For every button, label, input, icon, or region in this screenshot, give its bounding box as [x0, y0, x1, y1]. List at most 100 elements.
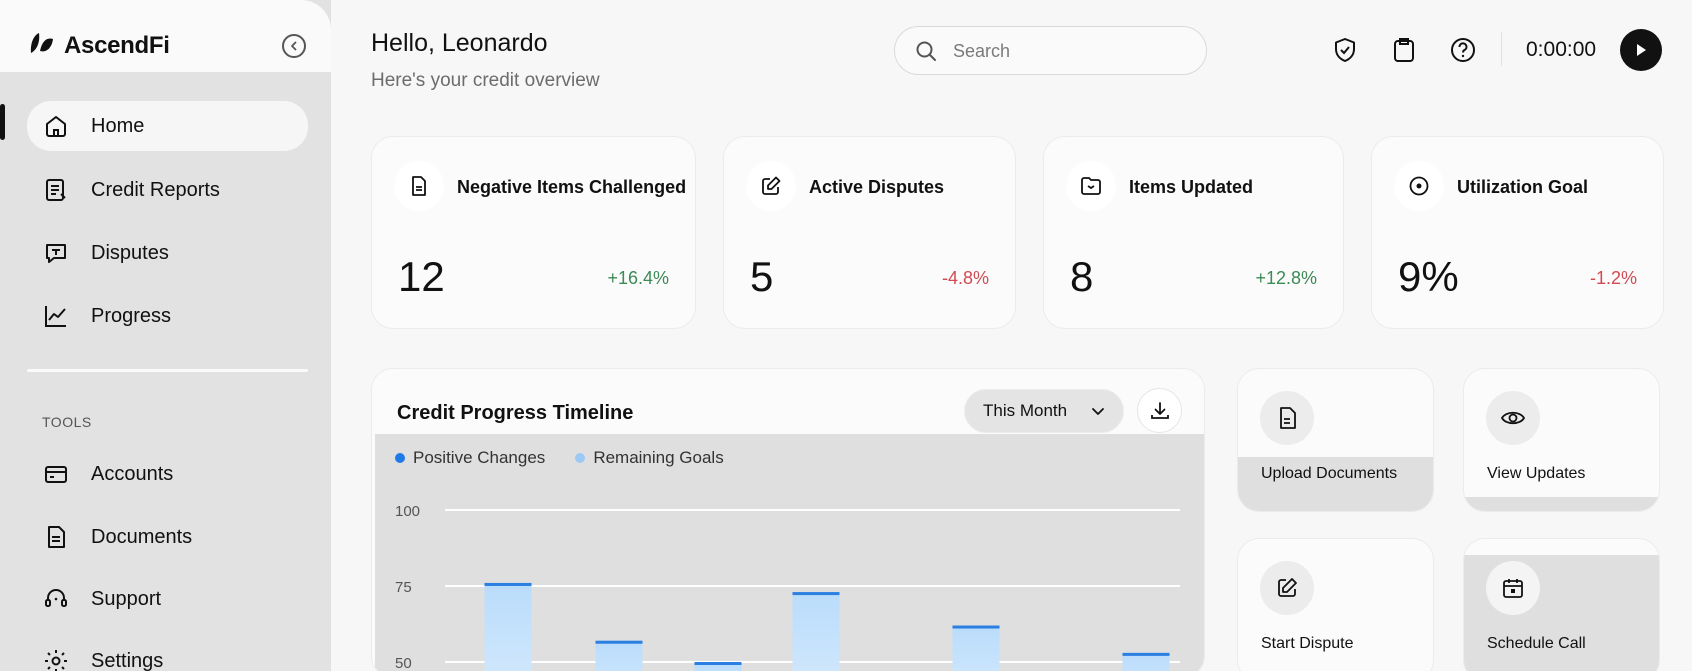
play-icon: [1637, 44, 1646, 56]
quick-action-label: Start Dispute: [1261, 635, 1354, 652]
edit-icon: [1278, 578, 1297, 597]
headset-icon: [45, 589, 67, 607]
sidebar: AscendFi Home Credit Reports Disputes Pr…: [0, 0, 331, 671]
document-icon: [48, 526, 65, 548]
chart-bar: [484, 582, 532, 671]
sidebar-item-label: Documents: [91, 525, 193, 548]
sidebar-item-label: Progress: [91, 304, 172, 327]
stat-value: 8: [1070, 253, 1094, 300]
stat-title: Utilization Goal: [1457, 177, 1589, 197]
sidebar-item-label: Home: [91, 114, 145, 137]
credit-report-icon: [46, 179, 66, 201]
chevron-left-icon: [291, 41, 297, 51]
chart-bar-cap: [1122, 652, 1170, 656]
search-input[interactable]: [953, 38, 1183, 64]
gear-icon: [45, 650, 67, 671]
sidebar-item-progress[interactable]: Progress: [27, 291, 308, 341]
active-nav-marker: [0, 104, 5, 140]
period-select-value: This Month: [983, 401, 1068, 420]
document-icon: [412, 176, 426, 196]
stat-title: Active Disputes: [809, 177, 945, 197]
chart-bar: [792, 592, 840, 671]
header-separator: [1501, 32, 1502, 66]
chart-bar-cap: [694, 662, 742, 665]
stat-change: -4.8%: [941, 268, 989, 288]
chart-bar-cap: [952, 625, 1000, 629]
logo-icon: [30, 33, 53, 53]
start-dispute-button[interactable]: Start Dispute: [1237, 538, 1434, 671]
calendar-icon: [1503, 579, 1523, 598]
chart-bar-cap: [484, 582, 532, 586]
sidebar-item-label: Credit Reports: [91, 178, 220, 201]
chart-bar-cap: [792, 592, 840, 596]
quick-action-label: View Updates: [1487, 465, 1586, 482]
schedule-call-button[interactable]: Schedule Call: [1463, 538, 1660, 671]
stat-title: Negative Items Challenged: [457, 177, 687, 197]
chevron-down-icon: [1092, 408, 1104, 415]
tools-section-label: TOOLS: [42, 414, 92, 430]
sidebar-item-credit-reports[interactable]: Credit Reports: [27, 165, 308, 215]
sidebar-item-settings[interactable]: Settings: [27, 636, 308, 671]
clipboard-icon[interactable]: [1390, 36, 1418, 64]
sidebar-item-label: Accounts: [91, 462, 174, 485]
sidebar-item-disputes[interactable]: Disputes: [27, 228, 308, 278]
stat-value: 5: [750, 253, 774, 300]
card-band: [1464, 497, 1659, 511]
sidebar-divider: [27, 369, 308, 372]
sidebar-item-support[interactable]: Support: [27, 574, 308, 624]
sidebar-item-accounts[interactable]: Accounts: [27, 449, 308, 499]
stat-change: +16.4%: [607, 268, 669, 288]
sidebar-item-documents[interactable]: Documents: [27, 512, 308, 562]
sidebar-item-label: Disputes: [91, 241, 169, 264]
timeline-title: Credit Progress Timeline: [397, 402, 634, 424]
stat-card-items-updated: Items Updated 8 +12.8%: [1043, 136, 1344, 329]
search-box[interactable]: [894, 26, 1207, 75]
quick-action-label: Upload Documents: [1261, 465, 1398, 482]
play-button[interactable]: [1620, 29, 1662, 71]
card-icon: [45, 466, 67, 483]
shield-check-icon[interactable]: [1331, 36, 1359, 64]
sidebar-item-label: Support: [91, 587, 162, 610]
stat-card-active-disputes: Active Disputes 5 -4.8%: [723, 136, 1016, 329]
view-updates-button[interactable]: View Updates: [1463, 368, 1660, 512]
stat-value: 12: [398, 253, 445, 300]
y-tick-label: 100: [395, 503, 420, 520]
download-icon: [1150, 401, 1169, 419]
stat-change: -1.2%: [1589, 268, 1637, 288]
bar-chart: 100 75 50: [395, 503, 1180, 671]
brand-bar: AscendFi: [0, 0, 331, 72]
upload-documents-button[interactable]: Upload Documents: [1237, 368, 1434, 512]
quick-action-label: Schedule Call: [1487, 635, 1586, 652]
edit-icon: [762, 176, 781, 195]
sidebar-item-home[interactable]: Home: [27, 101, 308, 151]
timer-display: 0:00:00: [1526, 38, 1597, 61]
credit-progress-timeline: Credit Progress Timeline This Month Posi…: [371, 368, 1205, 671]
trend-chart-icon: [45, 306, 66, 327]
chart-bar-cap: [595, 640, 643, 644]
folder-icon: [1081, 177, 1101, 195]
stat-title: Items Updated: [1129, 177, 1254, 197]
dispute-message-icon: [46, 244, 66, 263]
upload-document-icon: [1280, 407, 1296, 429]
y-tick-label: 75: [395, 579, 412, 596]
sidebar-item-label: Settings: [91, 649, 164, 671]
brand-name: AscendFi: [64, 32, 170, 59]
y-tick-label: 50: [395, 655, 412, 671]
download-button[interactable]: [1137, 388, 1182, 433]
home-icon: [46, 116, 66, 137]
stat-value: 9%: [1398, 253, 1459, 300]
period-select[interactable]: This Month: [964, 389, 1124, 433]
eye-icon: [1500, 411, 1526, 425]
chart-bar: [952, 625, 1000, 671]
target-icon: [1409, 176, 1429, 196]
chart-bar: [595, 640, 643, 671]
stat-card-utilization-goal: Utilization Goal 9% -1.2%: [1371, 136, 1664, 329]
stat-change: +12.8%: [1255, 268, 1317, 288]
chart-area: Positive Changes Remaining Goals 100 75 50: [375, 434, 1204, 671]
page-subtitle: Here's your credit overview: [371, 70, 600, 91]
stat-card-negative-items: Negative Items Challenged 12 +16.4%: [371, 136, 696, 329]
help-icon[interactable]: [1449, 36, 1477, 64]
collapse-sidebar-button[interactable]: [282, 34, 306, 58]
page-title: Hello, Leonardo: [371, 29, 548, 57]
search-icon: [916, 41, 936, 61]
